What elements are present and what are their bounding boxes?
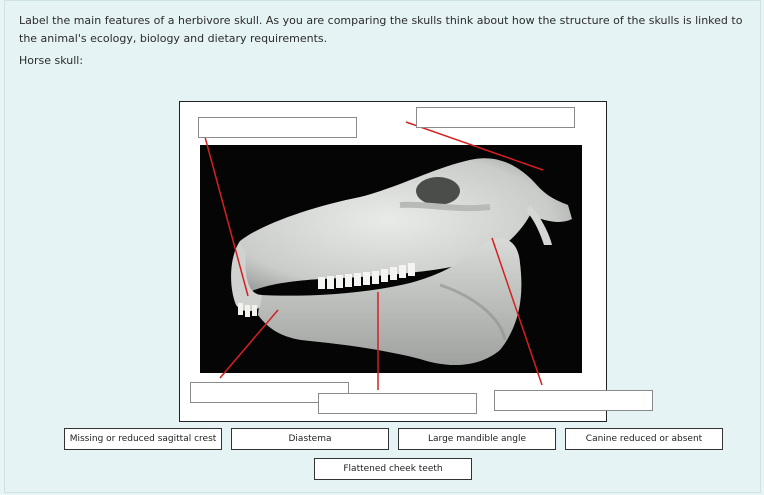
answer-option-cheek-teeth[interactable]: Flattened cheek teeth — [314, 458, 472, 480]
label-dropzone-top-right[interactable] — [416, 107, 575, 128]
horse-skull-drawing — [231, 158, 573, 366]
horse-skull-image — [200, 145, 582, 373]
label-dropzone-bottom-right[interactable] — [494, 390, 653, 411]
label-dropzone-bottom-middle[interactable] — [318, 393, 477, 414]
answer-option-canine[interactable]: Canine reduced or absent — [565, 428, 723, 450]
answer-option-sagittal-crest[interactable]: Missing or reduced sagittal crest — [64, 428, 222, 450]
answer-option-mandible-angle[interactable]: Large mandible angle — [398, 428, 556, 450]
answer-option-diastema[interactable]: Diastema — [231, 428, 389, 450]
question-instructions: Label the main features of a herbivore s… — [19, 14, 743, 45]
question-subtitle: Horse skull: — [19, 54, 84, 67]
label-dropzone-top-left[interactable] — [198, 117, 357, 138]
